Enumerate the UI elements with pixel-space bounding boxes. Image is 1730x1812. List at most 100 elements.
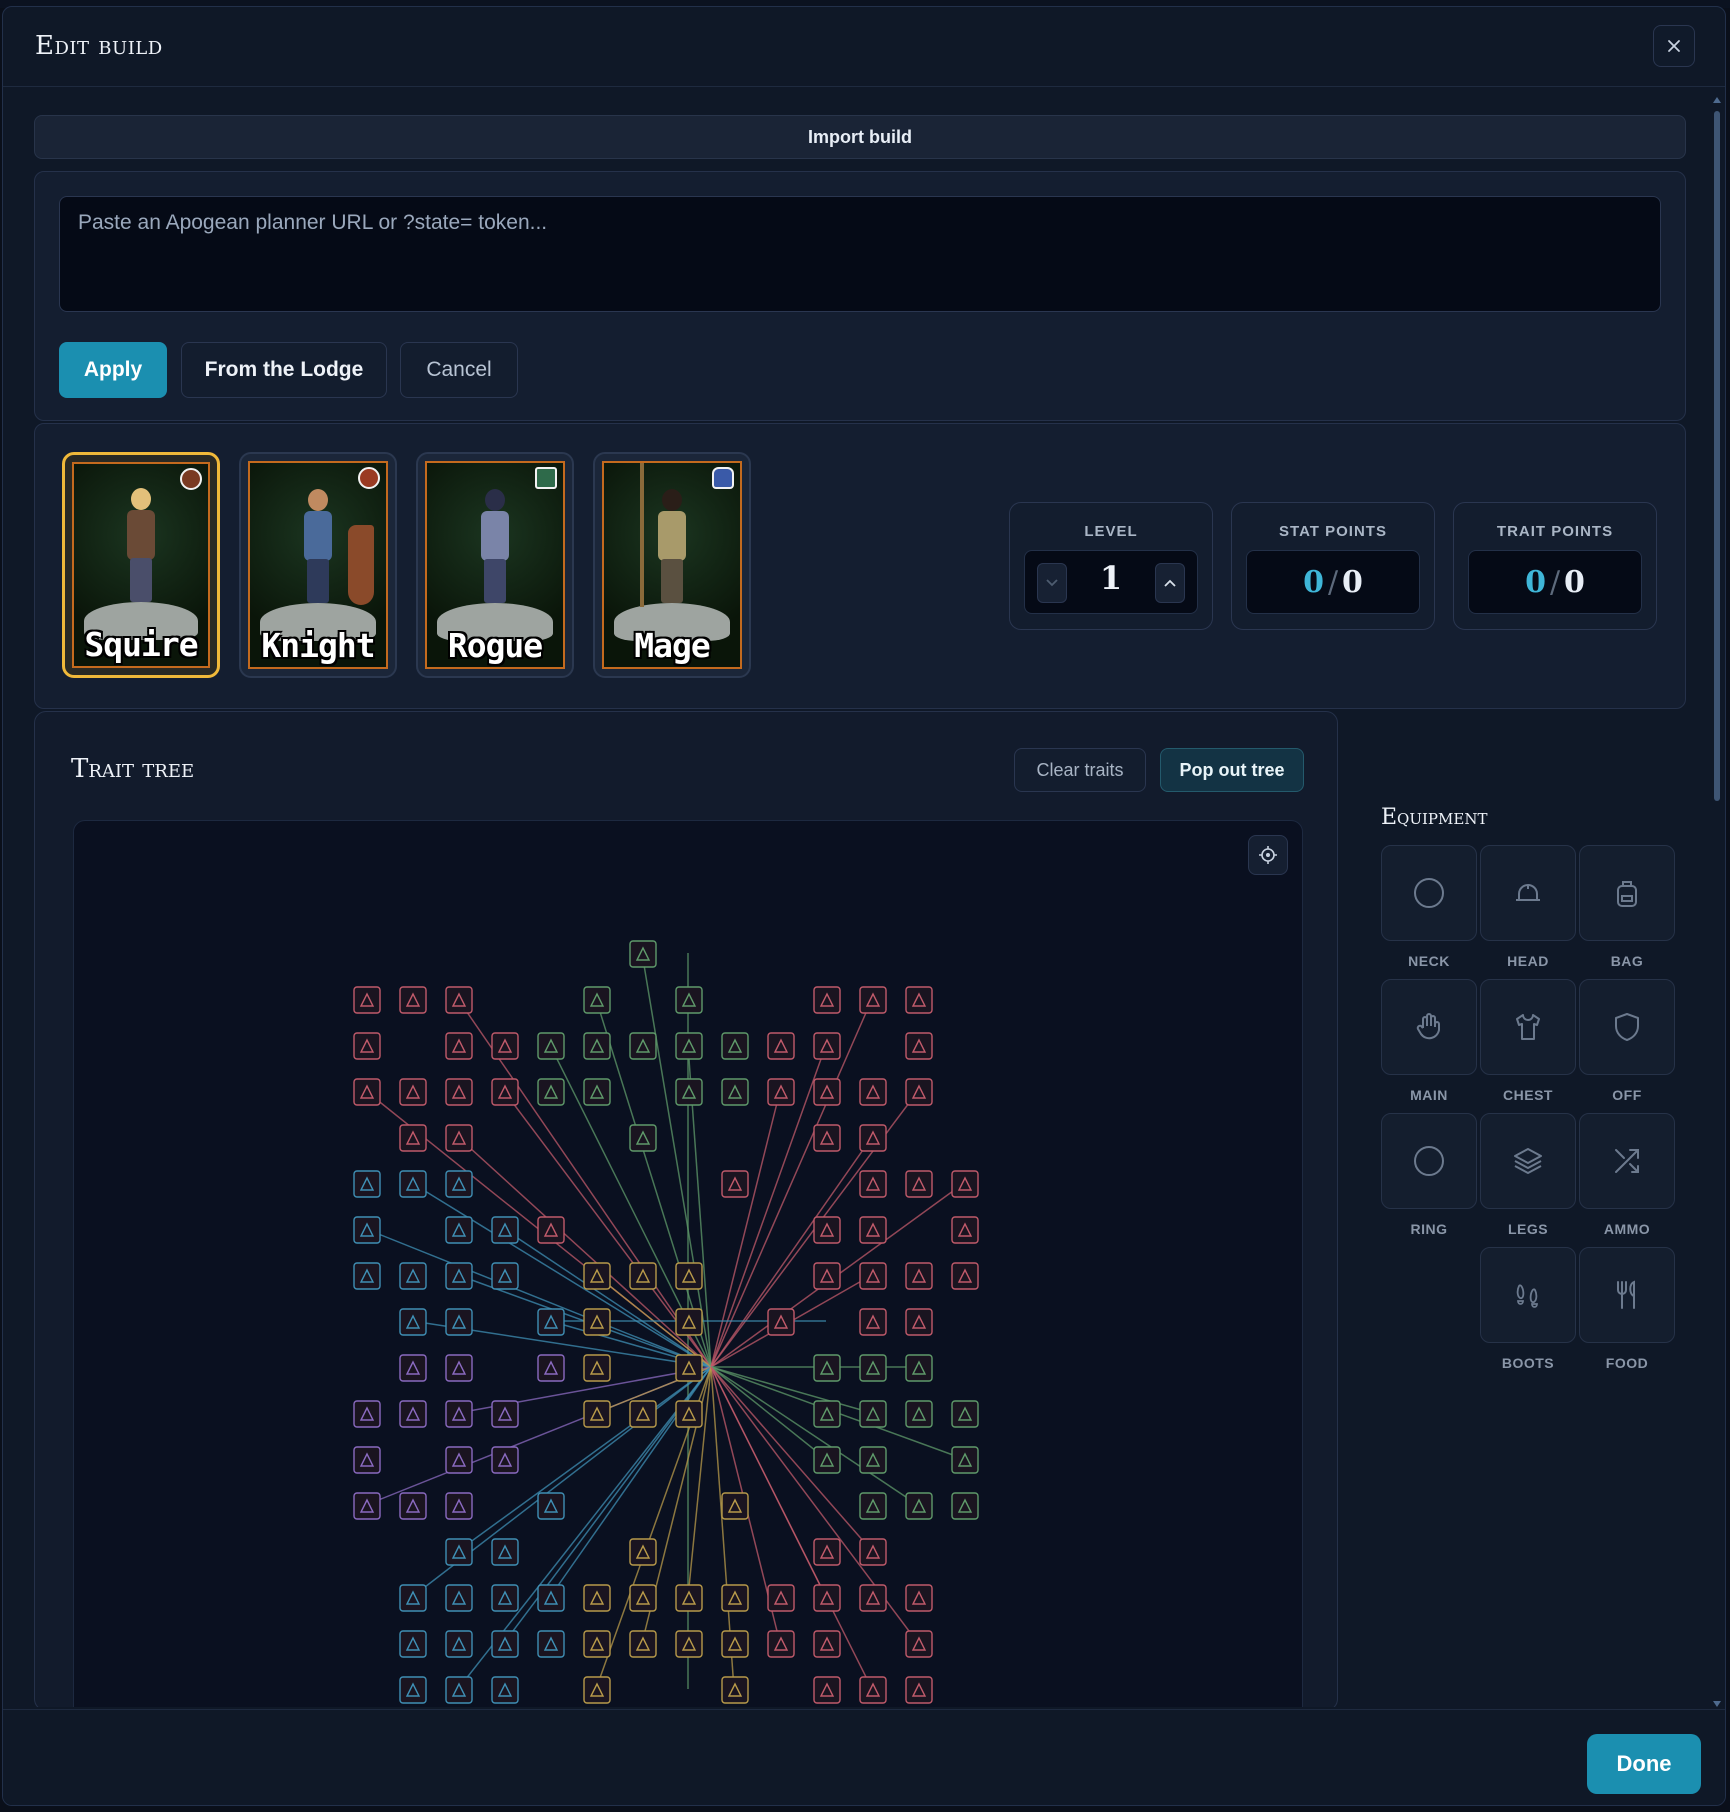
trait-node[interactable] [813, 1538, 841, 1566]
trait-node[interactable] [813, 986, 841, 1014]
trait-node[interactable] [629, 1124, 657, 1152]
trait-node[interactable] [767, 1308, 795, 1336]
trait-node[interactable] [537, 1078, 565, 1106]
trait-node[interactable] [445, 1492, 473, 1520]
trait-node[interactable] [905, 1676, 933, 1704]
trait-node[interactable] [905, 1400, 933, 1428]
trait-node[interactable] [445, 1308, 473, 1336]
clear-traits-button[interactable]: Clear traits [1014, 748, 1146, 792]
trait-node[interactable] [813, 1676, 841, 1704]
trait-node[interactable] [905, 1308, 933, 1336]
trait-node[interactable] [813, 1216, 841, 1244]
trait-node[interactable] [583, 1676, 611, 1704]
trait-node[interactable] [767, 1032, 795, 1060]
trait-node[interactable] [583, 1584, 611, 1612]
trait-node[interactable] [353, 1492, 381, 1520]
class-card-rogue[interactable]: Rogue [416, 452, 574, 678]
close-button[interactable] [1653, 25, 1695, 67]
trait-node[interactable] [353, 986, 381, 1014]
trait-node[interactable] [675, 1308, 703, 1336]
trait-node[interactable] [491, 1400, 519, 1428]
trait-node[interactable] [399, 1584, 427, 1612]
trait-node[interactable] [445, 1538, 473, 1566]
trait-node[interactable] [675, 1630, 703, 1658]
trait-node[interactable] [951, 1170, 979, 1198]
trait-node[interactable] [905, 1170, 933, 1198]
trait-node[interactable] [905, 986, 933, 1014]
trait-node[interactable] [399, 986, 427, 1014]
trait-node[interactable] [905, 1032, 933, 1060]
trait-node[interactable] [353, 1446, 381, 1474]
equip-slot-ammo[interactable] [1579, 1113, 1675, 1209]
trait-node[interactable] [859, 1308, 887, 1336]
trait-node[interactable] [813, 1584, 841, 1612]
scroll-down-arrow[interactable] [1713, 1701, 1721, 1707]
cancel-button[interactable]: Cancel [400, 342, 518, 398]
trait-node[interactable] [491, 1078, 519, 1106]
trait-node[interactable] [537, 1308, 565, 1336]
trait-node[interactable] [951, 1216, 979, 1244]
trait-node[interactable] [629, 1032, 657, 1060]
equip-slot-food[interactable] [1579, 1247, 1675, 1343]
trait-node[interactable] [399, 1262, 427, 1290]
trait-node[interactable] [859, 1538, 887, 1566]
trait-node[interactable] [675, 1262, 703, 1290]
trait-node[interactable] [905, 1078, 933, 1106]
trait-node[interactable] [721, 1492, 749, 1520]
trait-node[interactable] [813, 1124, 841, 1152]
equip-slot-legs[interactable] [1480, 1113, 1576, 1209]
trait-node[interactable] [629, 1538, 657, 1566]
trait-node[interactable] [675, 986, 703, 1014]
trait-node[interactable] [399, 1630, 427, 1658]
trait-node[interactable] [399, 1400, 427, 1428]
trait-node[interactable] [951, 1492, 979, 1520]
equip-slot-ring[interactable] [1381, 1113, 1477, 1209]
apply-button[interactable]: Apply [59, 342, 167, 398]
trait-node[interactable] [951, 1400, 979, 1428]
trait-node[interactable] [399, 1354, 427, 1382]
trait-node[interactable] [675, 1032, 703, 1060]
trait-node[interactable] [859, 1446, 887, 1474]
trait-node[interactable] [445, 1124, 473, 1152]
done-button[interactable]: Done [1587, 1734, 1701, 1794]
trait-node[interactable] [859, 1078, 887, 1106]
trait-node[interactable] [721, 1584, 749, 1612]
trait-node[interactable] [445, 1630, 473, 1658]
trait-node[interactable] [583, 1400, 611, 1428]
trait-node[interactable] [721, 1032, 749, 1060]
trait-node[interactable] [399, 1078, 427, 1106]
trait-node[interactable] [813, 1262, 841, 1290]
trait-node[interactable] [859, 1354, 887, 1382]
trait-node[interactable] [583, 1354, 611, 1382]
trait-node[interactable] [399, 1124, 427, 1152]
trait-node[interactable] [813, 1630, 841, 1658]
trait-node[interactable] [445, 1170, 473, 1198]
trait-node[interactable] [583, 1262, 611, 1290]
trait-node[interactable] [445, 1354, 473, 1382]
trait-node[interactable] [537, 1630, 565, 1658]
trait-node[interactable] [813, 1446, 841, 1474]
trait-node[interactable] [767, 1078, 795, 1106]
trait-node[interactable] [859, 1676, 887, 1704]
trait-node[interactable] [353, 1400, 381, 1428]
trait-node[interactable] [859, 1400, 887, 1428]
trait-node[interactable] [537, 1032, 565, 1060]
trait-node[interactable] [721, 1630, 749, 1658]
trait-node[interactable] [445, 1446, 473, 1474]
trait-node[interactable] [905, 1492, 933, 1520]
trait-node[interactable] [491, 1630, 519, 1658]
trait-node[interactable] [353, 1216, 381, 1244]
equip-slot-neck[interactable] [1381, 845, 1477, 941]
trait-node[interactable] [353, 1078, 381, 1106]
import-url-input[interactable] [59, 196, 1661, 312]
trait-node[interactable] [353, 1032, 381, 1060]
trait-node[interactable] [629, 940, 657, 968]
trait-node[interactable] [813, 1078, 841, 1106]
class-card-knight[interactable]: Knight [239, 452, 397, 678]
trait-node[interactable] [445, 1078, 473, 1106]
trait-node[interactable] [445, 1262, 473, 1290]
level-increase-button[interactable] [1155, 563, 1185, 603]
trait-node[interactable] [813, 1032, 841, 1060]
equip-slot-head[interactable] [1480, 845, 1576, 941]
trait-node[interactable] [767, 1584, 795, 1612]
